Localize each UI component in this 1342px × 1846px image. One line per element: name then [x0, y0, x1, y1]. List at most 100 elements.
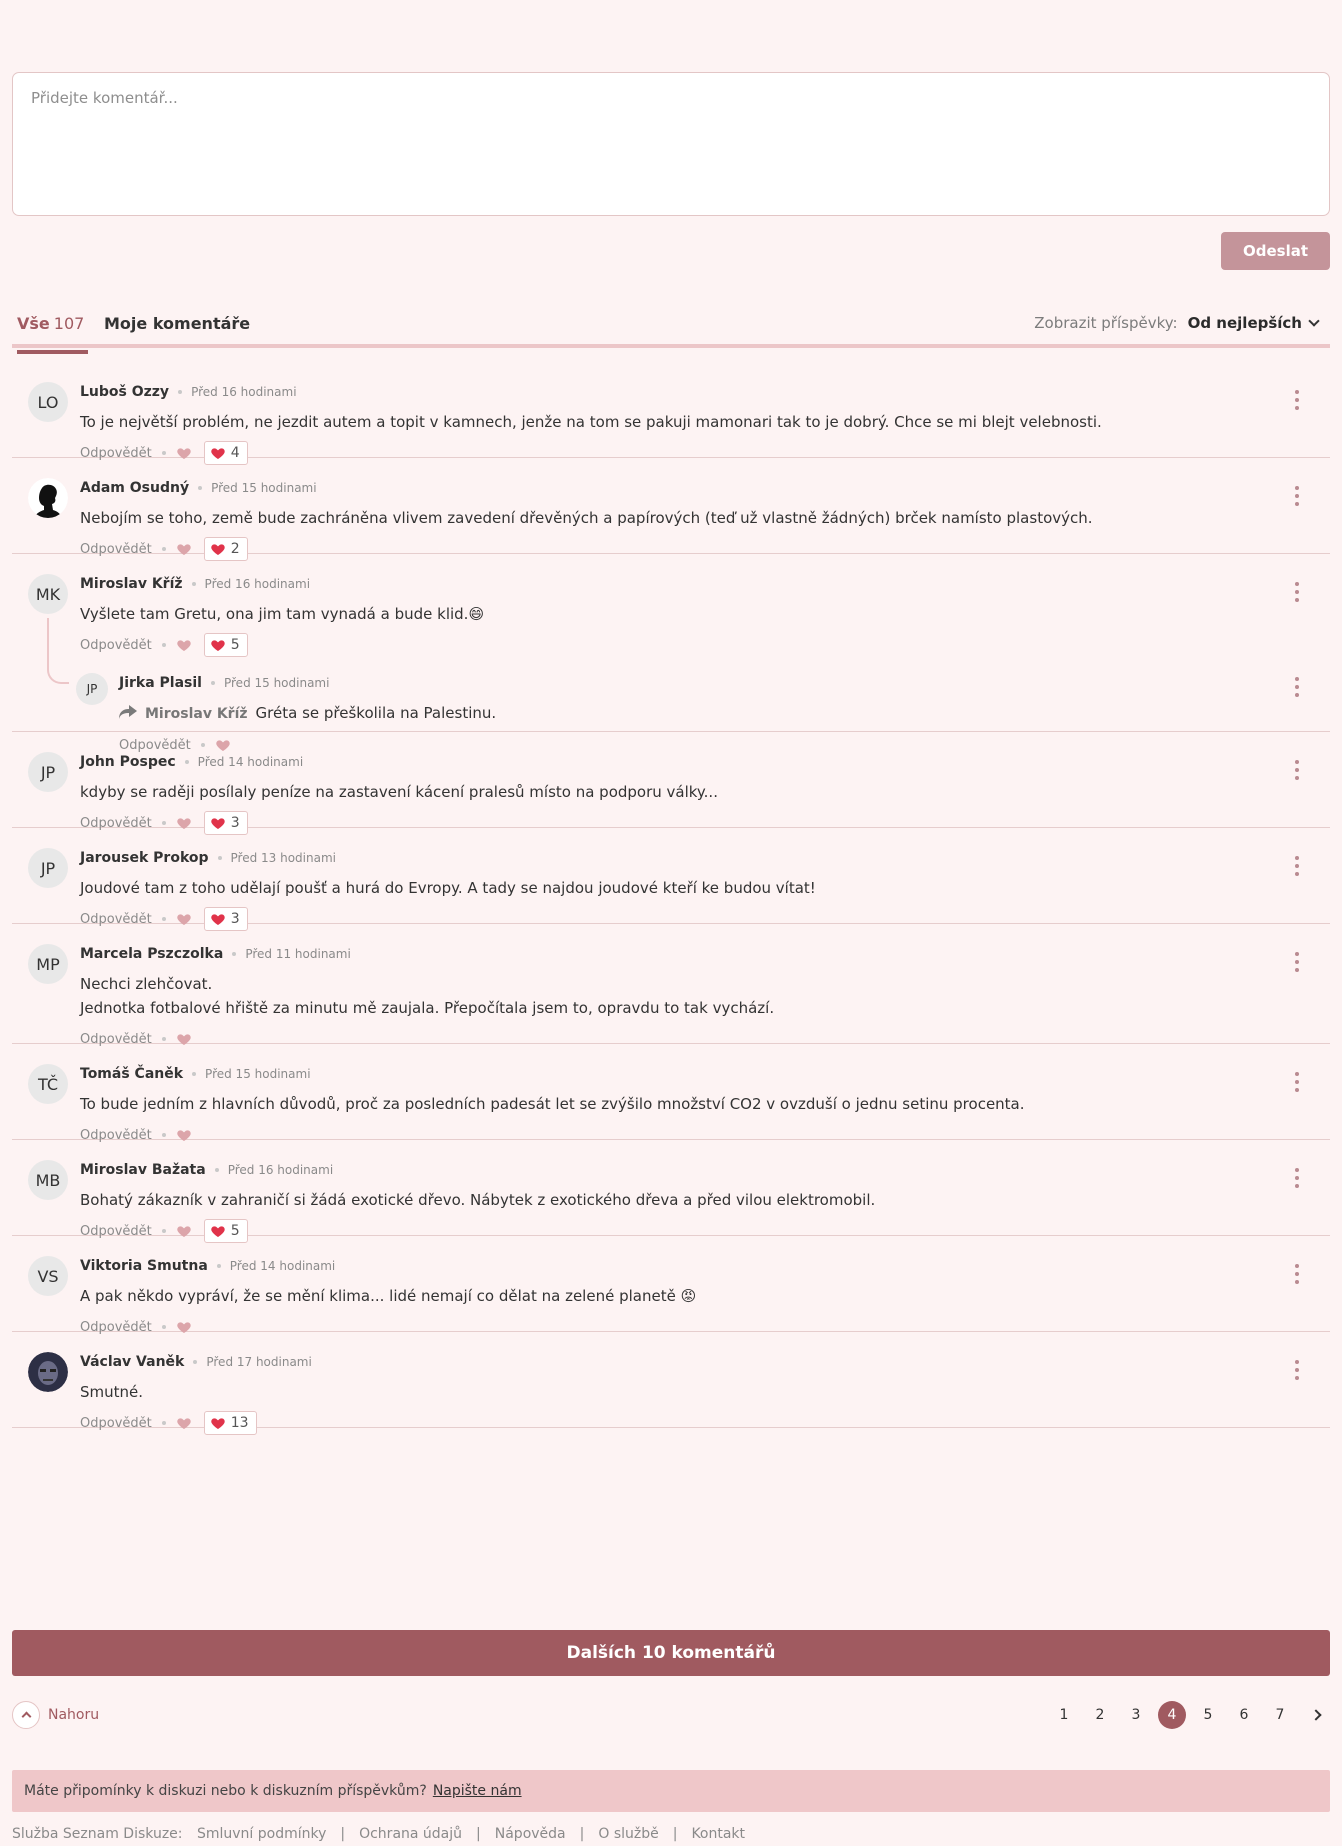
- avatar[interactable]: [28, 1352, 68, 1392]
- footer-link[interactable]: O službě: [598, 1826, 658, 1842]
- avatar[interactable]: JP: [28, 848, 68, 888]
- like-heart-icon[interactable]: [176, 637, 192, 653]
- more-options-icon[interactable]: [1290, 952, 1304, 972]
- reply-text: Gréta se přeškolila na Palestinu.: [255, 704, 497, 722]
- more-options-icon[interactable]: [1290, 677, 1304, 697]
- avatar[interactable]: [28, 478, 68, 518]
- chevron-down-icon: [1308, 315, 1320, 327]
- comment-body: John Pospec Před 14 hodinami kdyby se radě…: [80, 754, 1330, 835]
- author-name[interactable]: Jirka Plasil: [119, 675, 202, 691]
- page-3[interactable]: 3: [1122, 1701, 1150, 1729]
- heart-icon: [210, 637, 226, 653]
- comment-body: Viktoria Smutna Před 14 hodinami A pak něk…: [80, 1258, 1330, 1339]
- separator-dot: [161, 451, 166, 455]
- more-options-icon[interactable]: [1290, 1264, 1304, 1284]
- tab-my-comments[interactable]: Moje komentáře: [104, 314, 250, 333]
- comment-text: A pak někdo vypráví, že se mění klima...…: [80, 1287, 697, 1305]
- avatar[interactable]: JP: [76, 673, 108, 705]
- timestamp: Před 15 hodinami: [211, 481, 317, 495]
- author-name[interactable]: Jarousek Prokop: [80, 850, 209, 866]
- reactions-count: 5: [230, 637, 240, 653]
- avatar[interactable]: TČ: [28, 1064, 68, 1104]
- separator-dot: [161, 1133, 166, 1137]
- footer-separator: |: [672, 1826, 678, 1842]
- author-name[interactable]: Viktoria Smutna: [80, 1258, 208, 1274]
- page-2[interactable]: 2: [1086, 1701, 1114, 1729]
- load-more-button[interactable]: Dalších 10 komentářů: [12, 1630, 1330, 1676]
- feedback-text: Máte připomínky k diskuzi nebo k diskuzn…: [24, 1783, 427, 1799]
- timestamp: Před 14 hodinami: [197, 755, 304, 769]
- avatar[interactable]: LO: [28, 382, 68, 422]
- footer-link[interactable]: Ochrana údajů: [359, 1826, 462, 1842]
- comment-item: VS Viktoria Smutna Před 14 hodinami A pak n…: [12, 1236, 1330, 1335]
- more-options-icon[interactable]: [1290, 390, 1304, 410]
- page-7[interactable]: 7: [1266, 1701, 1294, 1729]
- comment-input[interactable]: [12, 72, 1330, 216]
- separator-dot: [161, 1325, 166, 1329]
- tab-all[interactable]: Vše 107: [17, 314, 88, 354]
- author-name[interactable]: John Pospec: [80, 754, 176, 770]
- page-1[interactable]: 1: [1050, 1701, 1078, 1729]
- separator-dot: [161, 917, 166, 921]
- author-name[interactable]: Adam Osudný: [80, 480, 189, 496]
- more-options-icon[interactable]: [1290, 760, 1304, 780]
- more-options-icon[interactable]: [1290, 1168, 1304, 1188]
- footer-link[interactable]: Smluvní podmínky: [197, 1826, 326, 1842]
- avatar[interactable]: MK: [28, 574, 68, 614]
- pagination: 1234567: [1042, 1700, 1330, 1730]
- comment-actions: Odpovědět 5: [80, 633, 1330, 657]
- reactions-badge[interactable]: 13: [203, 1411, 257, 1435]
- footer-link[interactable]: Kontakt: [691, 1826, 745, 1842]
- author-name[interactable]: Luboš Ozzy: [80, 384, 169, 400]
- comment-header: Miroslav Bažata Před 16 hodinami: [80, 1162, 1330, 1180]
- more-options-icon[interactable]: [1290, 856, 1304, 876]
- comment-text: kdyby se raději posílaly peníze na zasta…: [80, 783, 718, 801]
- comment-body: Václav Vaněk Před 17 hodinami Smutné. Odpov…: [80, 1354, 1330, 1435]
- more-options-icon[interactable]: [1290, 486, 1304, 506]
- comment-text-line: Jednotka fotbalové hřiště za minutu mě z…: [80, 999, 775, 1017]
- reply-button[interactable]: Odpovědět: [80, 1416, 152, 1431]
- sort-dropdown[interactable]: Od nejlepších: [1188, 314, 1320, 332]
- separator-dot: [161, 547, 166, 551]
- like-heart-icon[interactable]: [176, 1415, 192, 1431]
- comment-item: LO Luboš Ozzy Před 16 hodinami To je největ…: [12, 362, 1330, 465]
- author-name[interactable]: Václav Vaněk: [80, 1354, 184, 1370]
- author-name[interactable]: Miroslav Bažata: [80, 1162, 206, 1178]
- more-options-icon[interactable]: [1290, 582, 1304, 602]
- back-to-top-link[interactable]: Nahoru: [12, 1700, 99, 1730]
- page-6[interactable]: 6: [1230, 1701, 1258, 1729]
- avatar[interactable]: MP: [28, 944, 68, 984]
- avatar[interactable]: JP: [28, 752, 68, 792]
- more-options-icon[interactable]: [1290, 1072, 1304, 1092]
- author-name[interactable]: Marcela Pszczolka: [80, 946, 223, 962]
- reply-button[interactable]: Odpovědět: [80, 638, 152, 653]
- sort-label: Zobrazit příspěvky:: [1034, 314, 1178, 332]
- comment-header: John Pospec Před 14 hodinami: [80, 754, 1330, 772]
- avatar[interactable]: MB: [28, 1160, 68, 1200]
- comment-text: To je největší problém, ne jezdit autem …: [80, 413, 1102, 431]
- more-options-icon[interactable]: [1290, 1360, 1304, 1380]
- feedback-link[interactable]: Napište nám: [433, 1783, 522, 1799]
- comment-item: MP Marcela Pszczolka Před 11 hodinami Nechc…: [12, 924, 1330, 1047]
- author-name[interactable]: Miroslav Kříž: [80, 576, 183, 592]
- reactions-badge[interactable]: 5: [203, 633, 248, 657]
- comment-text-line: Nechci zlehčovat.: [80, 975, 213, 993]
- author-name[interactable]: Tomáš Čaněk: [80, 1066, 183, 1082]
- comment-header: Jirka Plasil Před 15 hodinami: [119, 675, 1330, 693]
- comment-text: Smutné.: [80, 1383, 144, 1401]
- reply-to-name[interactable]: Miroslav Kříž: [145, 706, 248, 722]
- comment-body: Marcela Pszczolka Před 11 hodinami Nechci …: [80, 946, 1330, 1051]
- page-5[interactable]: 5: [1194, 1701, 1222, 1729]
- comment-item: Václav Vaněk Před 17 hodinami Smutné. Odpov…: [12, 1332, 1330, 1435]
- page-4[interactable]: 4: [1158, 1701, 1186, 1729]
- send-button[interactable]: Odeslat: [1221, 232, 1330, 270]
- separator-dot: [216, 1264, 221, 1268]
- reply-arrow-icon: [119, 704, 145, 722]
- avatar[interactable]: VS: [28, 1256, 68, 1296]
- separator-dot: [198, 486, 203, 490]
- footer-link[interactable]: Nápověda: [495, 1826, 566, 1842]
- comment-text: Bohatý zákazník v zahraničí si žádá exot…: [80, 1191, 876, 1209]
- comment-body: Miroslav Kříž Před 16 hodinami Vyšlete tam…: [76, 576, 1330, 757]
- chevron-right-icon[interactable]: [1302, 1701, 1330, 1729]
- comment-body: Jarousek Prokop Před 13 hodinami Joudové t…: [80, 850, 1330, 931]
